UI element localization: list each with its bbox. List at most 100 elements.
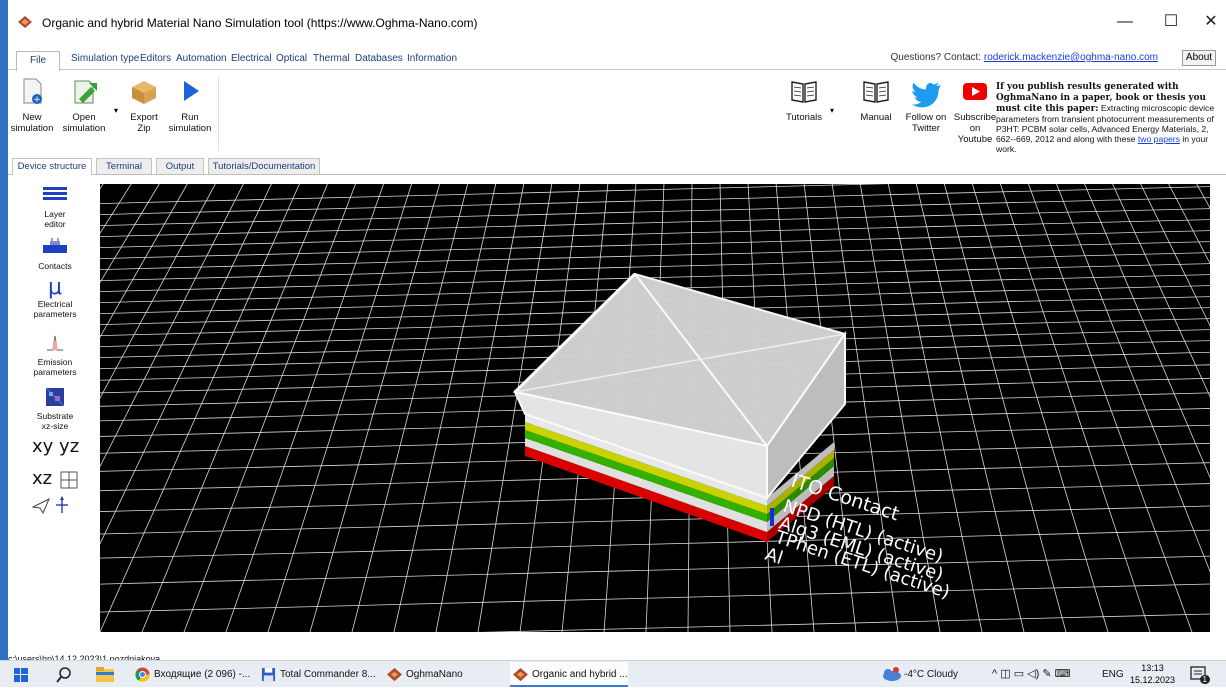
grid-line (1000, 184, 1151, 632)
open-simulation-label: Open simulation (62, 112, 106, 134)
menu-editors[interactable]: Editors (140, 53, 171, 64)
taskbar-app-organic-hybrid[interactable]: Organic and hybrid ... (510, 662, 628, 687)
grid-line (100, 583, 1210, 613)
minimize-button[interactable]: — (1102, 10, 1148, 34)
menu-optical[interactable]: Optical (276, 53, 307, 64)
tab-device-structure[interactable]: Device structure (12, 158, 92, 175)
tab-terminal[interactable]: Terminal (96, 158, 152, 174)
tutorials-dropdown-arrow-icon[interactable]: ▾ (830, 106, 834, 115)
oghma-app-icon (18, 16, 32, 28)
tab-output[interactable]: Output (156, 158, 204, 174)
menu-information[interactable]: Information (407, 53, 457, 64)
active-contact-marker (770, 508, 774, 526)
tray-icons[interactable]: ^ ◫ ▭ ◁) ✎ ⌨ (992, 661, 1071, 688)
view-yz-button[interactable]: yz (59, 436, 79, 457)
device-3d-scene: ITO Contact NPD (HTL) (active) Alq3 (EML… (100, 184, 1210, 632)
contact-line: Questions? Contact: roderick.mackenzie@o… (890, 52, 1158, 63)
search-icon[interactable] (56, 667, 72, 683)
weather-text[interactable]: -4°C Cloudy (904, 661, 958, 688)
grid-line (351, 184, 469, 632)
oghma-taskbar-icon (387, 667, 402, 682)
grid-line (100, 555, 1210, 585)
follow-twitter-button[interactable]: Follow on Twitter (904, 77, 948, 134)
layer-editor-button[interactable]: Layer editor (18, 186, 92, 229)
contacts-button[interactable]: Contacts (18, 238, 92, 272)
menu-file[interactable]: File (16, 51, 60, 71)
menu-simulation-type[interactable]: Simulation type (71, 53, 139, 64)
menu-electrical[interactable]: Electrical (231, 53, 272, 64)
title-bar: Organic and hybrid Material Nano Simulat… (8, 0, 1226, 44)
grid-line (141, 184, 328, 632)
emission-parameters-button[interactable]: Emission parameters (18, 334, 92, 377)
export-zip-label: Export Zip (130, 112, 158, 134)
new-simulation-button[interactable]: + New simulation (10, 77, 54, 134)
oghma-active-taskbar-icon (513, 667, 528, 682)
manual-book-icon (863, 81, 889, 103)
windows-taskbar: Входящие (2 096) -... Total Commander 8.… (0, 660, 1226, 687)
grid-line (100, 230, 1210, 259)
svg-text:+: + (33, 95, 41, 105)
clock-time: 13:13 (1141, 663, 1164, 673)
emission-parameters-label: Emission parameters (33, 357, 77, 377)
about-button[interactable]: About (1182, 50, 1216, 66)
subscribe-youtube-button[interactable]: Subscribe on Youtube (952, 77, 998, 145)
contacts-icon (43, 238, 67, 253)
axis-crosshair-icon[interactable] (54, 496, 70, 514)
open-simulation-button[interactable]: Open simulation (60, 77, 108, 134)
grid-line (393, 184, 497, 632)
menu-automation[interactable]: Automation (176, 53, 227, 64)
view-xz-button[interactable]: xz (32, 468, 52, 489)
chrome-icon (135, 667, 150, 682)
citation-two-papers-link[interactable]: two papers (1138, 134, 1180, 144)
ribbon-separator (218, 77, 219, 151)
taskbar-app-mail[interactable]: Входящие (2 096) -... (132, 662, 250, 687)
grid-line (480, 613, 1210, 632)
notification-center-icon[interactable]: 1 (1190, 665, 1210, 684)
device-3d-viewport[interactable]: ITO Contact NPD (HTL) (active) Alq3 (EML… (100, 184, 1210, 632)
book-icon (791, 81, 817, 103)
view-xy-button[interactable]: xy (32, 436, 53, 457)
new-document-icon: + (23, 78, 42, 105)
contact-prefix: Questions? Contact: (890, 52, 982, 63)
grid-view-icon[interactable] (60, 471, 78, 489)
file-explorer-icon[interactable] (96, 667, 114, 682)
run-simulation-button[interactable]: Run simulation (168, 77, 212, 134)
keyboard-icon[interactable]: ⌨ (1055, 668, 1071, 680)
ribbon-toolbar: + New simulation Open simulation ▾ Expor… (8, 71, 1226, 157)
menu-thermal[interactable]: Thermal (313, 53, 350, 64)
speaker-icon[interactable]: ◁) (1027, 668, 1039, 680)
pen-icon[interactable]: ✎ (1042, 668, 1051, 680)
taskbar-app-oghmanano[interactable]: OghmaNano (384, 662, 502, 687)
clock[interactable]: 13:13 15.12.2023 (1130, 662, 1175, 686)
substrate-xz-size-button[interactable]: Substrate xz-size (18, 386, 92, 431)
language-indicator[interactable]: ENG (1102, 661, 1124, 688)
paper-plane-icon[interactable] (32, 498, 50, 514)
weather-cloud-icon[interactable] (880, 666, 902, 682)
app-window: Organic and hybrid Material Nano Simulat… (0, 0, 1226, 664)
tab-tutorials-documentation[interactable]: Tutorials/Documentation (208, 158, 320, 174)
grid-line (100, 184, 188, 338)
grid-line (435, 184, 525, 632)
tutorials-button[interactable]: Tutorials (782, 77, 826, 123)
close-button[interactable]: ✕ (1188, 10, 1226, 34)
tutorials-label: Tutorials (785, 112, 823, 123)
menu-databases[interactable]: Databases (355, 53, 403, 64)
export-zip-button[interactable]: Export Zip (124, 77, 164, 134)
chevron-up-icon[interactable]: ^ (992, 668, 997, 680)
play-icon (184, 81, 199, 101)
open-dropdown-arrow-icon[interactable]: ▾ (114, 106, 118, 115)
open-folder-icon (74, 80, 97, 104)
manual-button[interactable]: Manual (854, 77, 898, 123)
taskbar-app-total-commander[interactable]: Total Commander 8... (258, 662, 376, 687)
battery-icon[interactable]: ▭ (1014, 668, 1024, 680)
citation-notice: If you publish results generated with Og… (996, 81, 1224, 154)
grid-line (100, 184, 132, 235)
taskbar-app-oghmanano-label: OghmaNano (406, 669, 463, 680)
windows-start-icon[interactable] (14, 668, 28, 682)
network-icon[interactable]: ◫ (1000, 668, 1010, 680)
contact-email-link[interactable]: roderick.mackenzie@oghma-nano.com (984, 52, 1158, 63)
electrical-parameters-button[interactable]: μ Electrical parameters (18, 276, 92, 319)
main-tabs: Device structure Terminal Output Tutoria… (8, 157, 1226, 175)
taskbar-app-organic-hybrid-label: Organic and hybrid ... (532, 669, 628, 680)
grid-line (100, 184, 104, 190)
